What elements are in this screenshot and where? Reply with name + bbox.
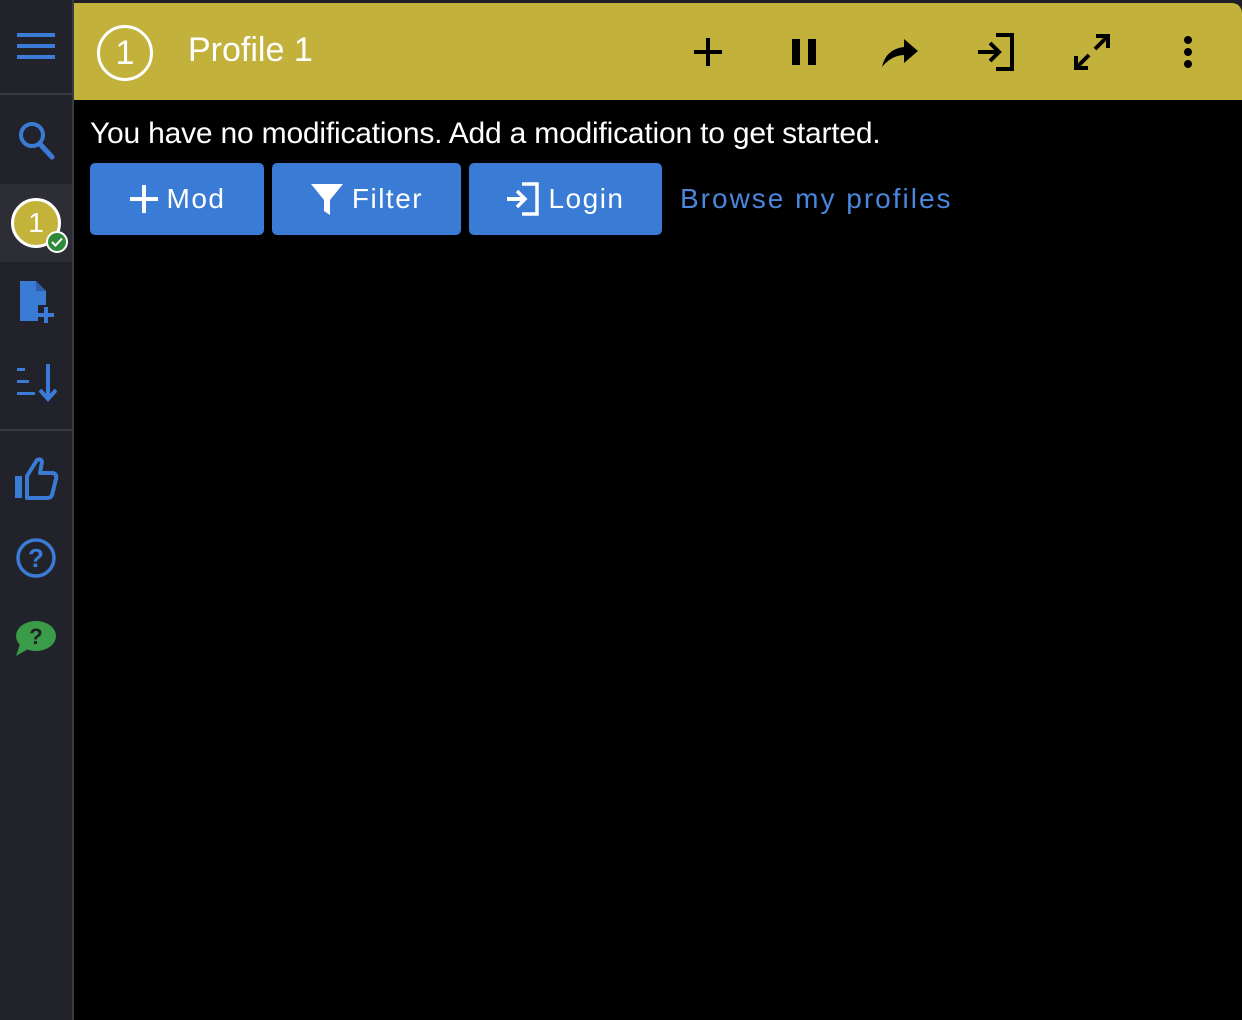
sidebar-item-profile[interactable]: 1 — [0, 184, 72, 262]
sidebar: 1 ? ? — [0, 0, 74, 1020]
profile-title[interactable]: Profile 1 — [188, 31, 313, 70]
expand-button[interactable] — [1067, 27, 1117, 77]
search-icon — [19, 122, 55, 160]
menu-button[interactable] — [0, 18, 72, 74]
browse-profiles-link[interactable]: Browse my profiles — [680, 183, 953, 215]
help-button[interactable]: ? — [0, 530, 72, 586]
pause-icon — [792, 39, 816, 65]
app-window: 1 ? ? 1 Profile 1 You have no modificati… — [0, 0, 1242, 1020]
svg-text:?: ? — [29, 624, 42, 649]
filter-button[interactable]: Filter — [272, 163, 461, 235]
login-icon — [978, 33, 1014, 71]
profile-badge-number: 1 — [28, 207, 44, 238]
profile-number-badge: 1 — [97, 25, 153, 81]
add-mod-button[interactable]: Mod — [90, 163, 264, 235]
chat-help-icon: ? — [16, 621, 56, 656]
empty-state-message: You have no modifications. Add a modific… — [90, 117, 881, 150]
empty-state: You have no modifications. Add a modific… — [90, 117, 951, 235]
share-icon — [882, 39, 918, 67]
login-label: Login — [548, 183, 625, 214]
login-button[interactable] — [971, 27, 1021, 77]
plus-icon — [129, 185, 158, 213]
thumbs-up-icon — [15, 457, 59, 500]
more-icon — [1184, 36, 1192, 68]
profile-header: 1 Profile 1 — [74, 3, 1242, 100]
new-file-icon — [20, 281, 54, 323]
profile-panel: 1 Profile 1 You have no modifications. A… — [74, 3, 1242, 1020]
sort-icon — [17, 364, 57, 402]
profile-badge: 1 — [11, 198, 68, 253]
filter-label: Filter — [351, 183, 424, 214]
filter-icon — [310, 184, 343, 215]
pause-button[interactable] — [779, 27, 829, 77]
add-mod-label: Mod — [166, 183, 226, 214]
action-row: Mod Filter Login Browse my profiles — [90, 163, 953, 235]
add-button[interactable] — [683, 27, 733, 77]
svg-text:?: ? — [28, 543, 44, 573]
login-action-button[interactable]: Login — [469, 163, 662, 235]
expand-icon — [1074, 34, 1110, 70]
share-button[interactable] — [875, 27, 925, 77]
sidebar-divider — [0, 93, 72, 95]
feedback-button[interactable] — [0, 450, 72, 506]
sort-button[interactable] — [0, 356, 72, 408]
login-icon — [507, 182, 540, 216]
active-check-icon — [46, 231, 68, 253]
more-button[interactable] — [1163, 27, 1213, 77]
chat-help-button[interactable]: ? — [0, 610, 72, 666]
new-profile-button[interactable] — [0, 276, 72, 328]
menu-icon — [17, 33, 55, 59]
add-icon — [694, 38, 722, 66]
sidebar-divider — [0, 429, 72, 431]
search-button[interactable] — [0, 112, 72, 168]
help-icon: ? — [16, 538, 56, 578]
